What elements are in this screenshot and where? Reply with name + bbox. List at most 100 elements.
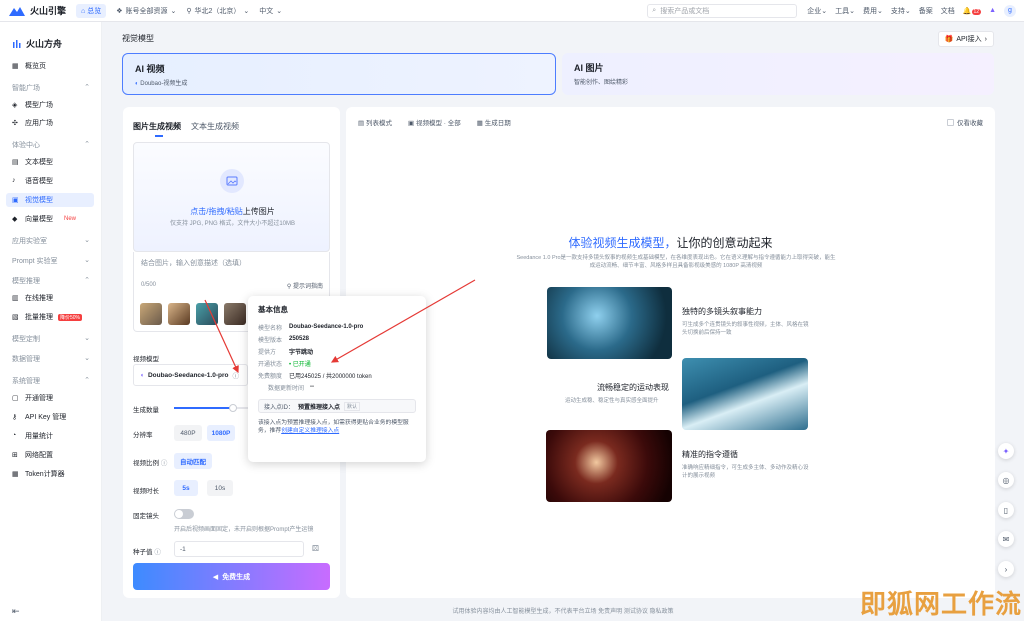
sidebar-group-prompt-lab[interactable]: Prompt 实验室 ⌄ [12, 256, 90, 266]
triangle-icon[interactable]: ▲ [989, 7, 996, 14]
group-title: 系统管理 [12, 378, 40, 385]
feedback-icon[interactable]: ✉ [998, 531, 1014, 547]
duration-5s-button[interactable]: 5s [174, 480, 198, 496]
logo[interactable]: 火山引擎 [8, 4, 66, 17]
sidebar-group-plaza[interactable]: 智能广场 ⌃ [12, 83, 90, 93]
sample-thumbnail[interactable] [140, 303, 162, 325]
upload-action[interactable]: 点击/拖拽/粘贴 [190, 207, 242, 216]
ratio-auto-button[interactable]: 自动匹配 [174, 453, 212, 469]
menu-filing[interactable]: 备案 [919, 6, 933, 16]
ark-logo-icon [13, 39, 21, 48]
collapse-sidebar-icon[interactable]: ⇤ [12, 606, 20, 617]
info-icon[interactable]: ⓘ [161, 460, 168, 467]
count-slider-handle[interactable] [229, 404, 237, 412]
support-icon[interactable]: ◎ [998, 472, 1014, 488]
sidebar-item-vision-model[interactable]: ▣ 视觉模型 [6, 193, 94, 207]
ai-image-card[interactable]: AI 图片 智能创作、图绘精彩 [562, 53, 994, 95]
account-scope-label: 账号全部资源 [125, 7, 168, 15]
hero-title: 体验视频生成模型，让你的创意动起来 [346, 234, 995, 251]
sidebar-item-label: 在线推理 [25, 295, 53, 302]
book-icon[interactable]: ▯ [998, 502, 1014, 518]
info-value: 字节跳动 [289, 349, 314, 356]
feature-desc: 可生成多个连贯镜头的叙事性视频，主体、风格在镜头切换前后保持一致 [682, 322, 809, 336]
account-scope-select[interactable]: ❖ 账号全部资源 ⌄ [116, 6, 176, 16]
sidebar-item-text-model[interactable]: ▤ 文本模型 [6, 155, 94, 169]
sidebar-group-data[interactable]: 数据管理 ⌄ [12, 354, 90, 364]
model-filter[interactable]: ▣ 视频模型 · 全部 [408, 117, 461, 127]
menu-support[interactable]: 支持⌄ [891, 6, 911, 16]
sidebar-item-online-inference[interactable]: ▥ 在线推理 [6, 291, 94, 305]
sidebar-group-customize[interactable]: 模型定制 ⌄ [12, 334, 90, 344]
res-1080p-button[interactable]: 1080P [207, 425, 235, 441]
avatar[interactable]: g [1004, 4, 1016, 17]
date-filter[interactable]: ▦ 生成日期 [477, 117, 511, 127]
create-endpoint-link[interactable]: 创建自定义推理接入点 [281, 428, 339, 434]
info-row: 数据更新时间 -- [258, 381, 416, 393]
sidebar-group-app-lab[interactable]: 应用实验室 ⌄ [12, 236, 90, 246]
feature-title: 精准的指令遵循 [682, 450, 738, 459]
notification-button[interactable]: 🔔 12 [963, 7, 982, 15]
sidebar-item-label: API Key 管理 [25, 414, 67, 421]
sidebar-item-label: 概览页 [25, 63, 46, 70]
chevron-down-icon: ⌄ [170, 7, 177, 15]
menu-tools[interactable]: 工具⌄ [835, 6, 855, 16]
free-generate-button[interactable]: ◀ 免费生成 [133, 563, 330, 590]
cube-icon: ❖ [116, 7, 123, 15]
sidebar-item-vector-model[interactable]: ◆ 向量模型 New [6, 212, 94, 226]
card-subtitle: 智能创作、图绘精彩 [574, 80, 629, 86]
sample-thumbnail[interactable] [168, 303, 190, 325]
sidebar-item-model-plaza[interactable]: ◈ 模型广场 [6, 98, 94, 112]
home-tab[interactable]: ⌂ 总览 [76, 3, 107, 18]
video-model-select[interactable]: ◖ Doubao-Seedance-1.0-pro ⓘ [133, 364, 248, 386]
card-title: AI 视频 [135, 64, 165, 74]
tab-image-to-video[interactable]: 图片生成视频 [133, 121, 181, 137]
prompt-guide-link[interactable]: ⚲ 提示词指南 [287, 281, 323, 290]
feature-image-surfer [682, 358, 808, 430]
duration-10s-button[interactable]: 10s [207, 480, 233, 496]
feature-desc: 运动生成稳、稳定性与真实感全面提升 [565, 398, 659, 404]
sidebar-group-system[interactable]: 系统管理 ⌃ [12, 376, 90, 386]
res-480p-button[interactable]: 480P [174, 425, 202, 441]
ai-video-card[interactable]: AI 视频 ◐ Doubao-视频生成 [122, 53, 556, 95]
ai-assistant-icon[interactable]: ✦ [998, 443, 1014, 459]
sidebar-item-overview[interactable]: ▦ 概览页 [6, 59, 94, 73]
region-select[interactable]: ⚲ 华北2（北京） ⌄ [186, 6, 249, 16]
results-panel: ▤ 列表模式 ▣ 视频模型 · 全部 ▦ 生成日期 仅看收藏 体验视频生成模型，… [346, 107, 995, 598]
calculator-icon: ▦ [12, 471, 19, 478]
watermark: 即狐网工作流 [859, 590, 1022, 620]
seed-input[interactable]: -1 [174, 541, 304, 557]
sidebar-group-experience[interactable]: 体验中心 ⌃ [12, 140, 90, 150]
info-icon[interactable]: ⓘ [154, 549, 161, 556]
sidebar-item-app-plaza[interactable]: ✣ 应用广场 [6, 116, 94, 130]
sidebar-group-inference[interactable]: 模型推理 ⌃ [12, 276, 90, 286]
chevron-down-icon: ⌄ [84, 237, 90, 244]
image-upload-area[interactable]: 点击/拖拽/粘贴上传图片 仅支持 JPG, PNG 格式，文件大小不超过10MB [133, 142, 330, 252]
menu-billing[interactable]: 费用⌄ [863, 6, 883, 16]
info-value: 已用245025 / 共2000000 token [289, 373, 372, 380]
sidebar-item-usage[interactable]: ◔ 用量统计 [6, 429, 94, 443]
search-placeholder: 搜索产品或文档 [660, 7, 710, 15]
menu-enterprise[interactable]: 企业⌄ [807, 6, 827, 16]
sidebar-item-activation[interactable]: ▢ 开通管理 [6, 391, 94, 405]
access-point-field: 接入点ID： 预置推理接入点 默认 [258, 399, 416, 413]
info-icon[interactable]: ⓘ [232, 370, 239, 380]
sidebar-item-voice-model[interactable]: ♪ 语音模型 [6, 174, 94, 188]
sample-thumbnail[interactable] [224, 303, 246, 325]
info-row: 免费额度 已用245025 / 共2000000 token [258, 369, 416, 381]
group-title: Prompt 实验室 [12, 258, 58, 265]
api-access-button[interactable]: 🎁 API接入 › [937, 31, 994, 47]
sidebar-item-token-calc[interactable]: ▦ Token计算器 [6, 467, 94, 481]
sidebar-item-network[interactable]: ⊞ 网络配置 [6, 448, 94, 462]
list-mode-filter[interactable]: ▤ 列表模式 [358, 117, 392, 127]
chevron-right-icon[interactable]: › [998, 561, 1014, 577]
sample-thumbnail[interactable] [196, 303, 218, 325]
dice-icon[interactable]: ⚄ [312, 544, 319, 553]
menu-docs[interactable]: 文档 [941, 6, 955, 16]
sidebar-item-api-key[interactable]: ⚷ API Key 管理 [6, 410, 94, 424]
sidebar-item-batch-inference[interactable]: ▧ 批量推理 降价50% [6, 310, 94, 324]
favorites-only-checkbox[interactable]: 仅看收藏 [947, 117, 983, 127]
seed-label: 种子值 ⓘ [133, 546, 161, 556]
search-input[interactable]: ⌕ 搜索产品或文档 [647, 3, 798, 18]
tab-text-to-video[interactable]: 文本生成视频 [191, 121, 239, 132]
language-select[interactable]: 中文 ⌄ [259, 6, 282, 16]
